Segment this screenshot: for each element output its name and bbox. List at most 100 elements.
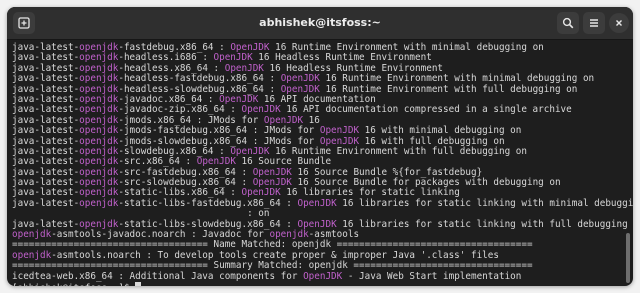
line-text: 16 API documentation compressed in a sin… [280,104,572,116]
line-text: -src.x86_64 : [118,156,197,168]
search-button[interactable] [557,12,579,34]
line-text: [abhishek@itsfoss ~]$ [12,283,135,286]
line-text: -javadoc-zip.x86_64 : [118,104,242,116]
line-text: =================================== Summ… [12,260,533,272]
line-text: -fastdebug.x86_64 : [118,42,231,53]
highlighted-match: OpenJDK [241,187,281,199]
line-text: java-latest- [12,125,80,137]
line-text: -asmtools-javadoc.noarch : Javadoc for [51,229,270,241]
line-text: java-latest- [12,218,80,230]
line-text: java-latest- [12,93,80,105]
highlighted-match: OpenJDK [319,135,360,147]
highlighted-match: OpenJDK [213,52,253,64]
prompt-line: [abhishek@itsfoss ~]$ [12,281,633,286]
line-text: -static-libs.x86_64 : [118,187,242,199]
terminal-line: icedtea-web.x86_64 : Additional Java com… [12,270,633,282]
highlighted-match: openjdk [79,114,119,126]
line-text: java-latest- [12,187,80,199]
line-text: -slowdebug.x86_64 : [118,145,231,157]
menu-button[interactable] [583,12,605,34]
highlighted-match: openjdk [79,73,119,85]
highlighted-match: OpenJDK [297,218,337,230]
highlighted-match: OpenJDK [297,197,337,209]
line-text: icedtea-web.x86_64 : Additional Java com… [12,270,304,282]
line-text: 16 Headless Runtime Environment [252,52,432,64]
highlighted-match: openjdk [79,135,119,147]
line-text: -asmtools [308,229,360,241]
line-text: - Java Web Start implementation [342,270,522,282]
line-text: -jmods-slowdebug.x86_64 : JMods for [118,135,320,147]
highlighted-match: openjdk [12,229,52,241]
line-text: java-latest- [12,135,80,147]
line-text: java-latest- [12,62,80,74]
line-text: 16 [303,114,320,126]
line-text: -src-slowdebug.x86_64 : [118,177,253,189]
line-text: =================================== Name… [12,239,533,251]
highlighted-match: openjdk [79,52,119,64]
line-text: 16 libraries for static linking with ful… [336,218,633,230]
line-text: 16 Source Bundle for packages with debug… [291,177,561,189]
line-text: java-latest- [12,42,80,53]
line-text: -headless.i686 : [118,52,214,64]
line-text: 16 API documentation [258,93,376,105]
highlighted-match: OpenJDK [252,177,292,189]
line-text: 16 with full debugging on [359,135,505,147]
highlighted-match: OpenJDK [196,156,236,168]
highlighted-match: openjdk [79,197,119,209]
line-text: 16 with minimal debugging on [359,125,522,137]
line-text: java-latest- [12,73,80,85]
line-text: 16 Runtime Environment with full debuggi… [269,145,527,157]
line-text: java-latest- [12,166,80,178]
title-bar: abhishek@itsfoss:~ [7,7,633,40]
highlighted-match: openjdk [12,249,52,261]
line-text: 16 Source Bundle %{for_fastdebug} [291,166,483,178]
terminal-output[interactable]: java-latest-openjdk-fastdebug.x86_64 : O… [7,40,633,286]
highlighted-match: openjdk [79,166,119,178]
line-text: java-latest- [12,83,80,95]
close-icon [616,20,622,26]
highlighted-match: OpenJDK [280,73,320,85]
line-text: java-latest- [12,156,80,168]
line-text: 16 Headless Runtime Environment [263,62,444,74]
line-text: java-latest- [12,114,80,126]
line-text: -static-libs-fastdebug.x86_64 : [118,197,298,209]
highlighted-match: openjdk [79,62,119,74]
highlighted-match: openjdk [79,187,119,199]
line-text: 16 Runtime Environment with minimal debu… [319,73,595,85]
line-text: -static-libs-slowdebug.x86_64 : [118,218,298,230]
highlighted-match: openjdk [79,42,119,53]
line-text: java-latest- [12,145,80,157]
line-text: : on [12,208,270,220]
highlighted-match: OpenJDK [230,145,270,157]
highlighted-match: openjdk [79,177,119,189]
line-text: java-latest- [12,177,80,189]
line-text: 16 Source Bundle [235,156,332,168]
line-text: -headless.x86_64 : [118,62,225,74]
line-text: -jmods.x86_64 : JMods for [118,114,264,126]
highlighted-match: OpenJDK [303,270,343,282]
highlighted-match: openjdk [79,145,119,157]
highlighted-match: OpenJDK [230,42,270,53]
line-text: -javadoc.x86_64 : [118,93,220,105]
line-text: -src-fastdebug.x86_64 : [118,166,253,178]
highlighted-match: OpenJDK [241,104,281,116]
close-button[interactable] [609,13,629,33]
highlighted-match: openjdk [79,93,119,105]
highlighted-match: OpenJDK [263,114,304,126]
highlighted-match: openjdk [79,104,119,116]
highlighted-match: openjdk [79,156,119,168]
scrollbar[interactable] [626,233,630,283]
line-text: -asmtools.noarch : To develop tools crea… [51,249,499,261]
line-text: -headless-fastdebug.x86_64 : [118,73,281,85]
cursor [135,281,142,286]
highlighted-match: OpenJDK [224,62,264,74]
line-text: java-latest- [12,197,80,209]
line-text: java-latest- [12,52,80,64]
line-text: -headless-slowdebug.x86_64 : [118,83,281,95]
line-text: java-latest- [12,104,80,116]
highlighted-match: openjdk [79,125,119,137]
line-text: 16 Runtime Environment with full debuggi… [319,83,578,95]
search-icon [562,17,574,29]
line-text: -jmods-fastdebug.x86_64 : JMods for [118,125,320,137]
line-text: 16 libraries for static linking with min… [336,197,633,209]
